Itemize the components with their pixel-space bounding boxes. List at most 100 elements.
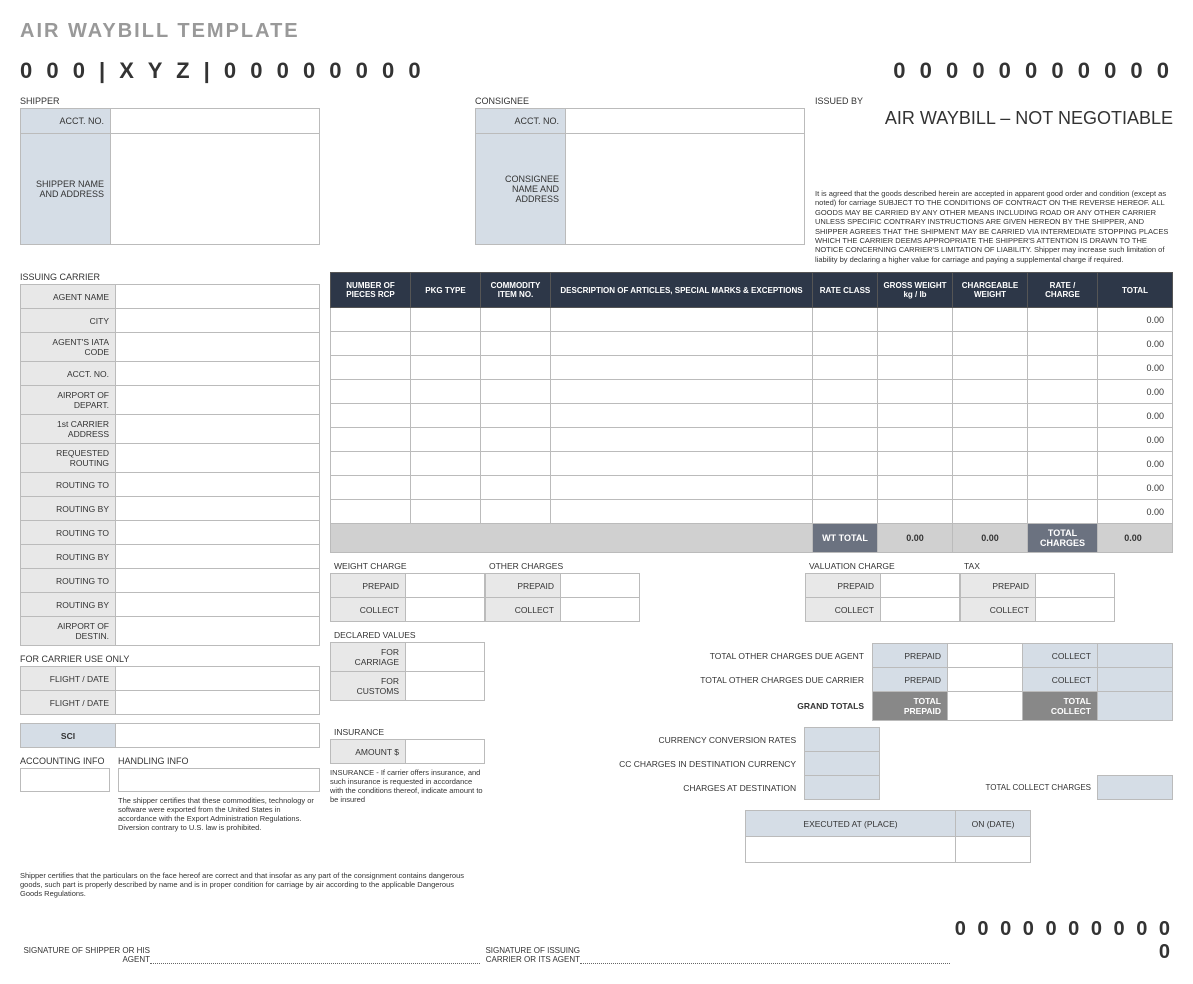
item-cell[interactable] bbox=[953, 332, 1028, 356]
item-cell[interactable] bbox=[1028, 428, 1098, 452]
carrier-field-value[interactable] bbox=[116, 617, 320, 646]
carrier-field-value[interactable] bbox=[116, 362, 320, 386]
item-cell[interactable] bbox=[481, 332, 551, 356]
item-cell[interactable] bbox=[551, 332, 813, 356]
item-cell[interactable] bbox=[1028, 500, 1098, 524]
ccdc-value[interactable] bbox=[805, 752, 880, 776]
for-customs-value[interactable] bbox=[406, 672, 485, 701]
item-cell[interactable] bbox=[551, 308, 813, 332]
item-cell[interactable] bbox=[953, 500, 1028, 524]
carrier-field-value[interactable] bbox=[116, 545, 320, 569]
item-cell[interactable] bbox=[481, 356, 551, 380]
item-cell[interactable] bbox=[953, 380, 1028, 404]
item-cell[interactable] bbox=[411, 452, 481, 476]
item-cell[interactable] bbox=[551, 476, 813, 500]
due-agent-prepaid-val[interactable] bbox=[948, 644, 1023, 668]
item-cell[interactable] bbox=[813, 356, 878, 380]
other-prepaid-value[interactable] bbox=[561, 574, 640, 598]
item-cell[interactable] bbox=[481, 500, 551, 524]
item-cell[interactable] bbox=[411, 500, 481, 524]
shipper-acct-value[interactable] bbox=[111, 109, 319, 133]
carrier-field-value[interactable] bbox=[116, 285, 320, 309]
item-cell[interactable] bbox=[878, 308, 953, 332]
item-cell[interactable] bbox=[1028, 356, 1098, 380]
item-cell[interactable] bbox=[411, 476, 481, 500]
item-cell[interactable] bbox=[878, 452, 953, 476]
acct-info-value[interactable] bbox=[20, 768, 110, 792]
item-cell[interactable] bbox=[878, 404, 953, 428]
item-cell[interactable] bbox=[1028, 476, 1098, 500]
ccr-value[interactable] bbox=[805, 728, 880, 752]
item-cell[interactable] bbox=[813, 332, 878, 356]
item-cell[interactable] bbox=[481, 308, 551, 332]
item-cell[interactable] bbox=[551, 380, 813, 404]
item-cell[interactable] bbox=[411, 308, 481, 332]
carrier-field-value[interactable] bbox=[116, 497, 320, 521]
item-cell[interactable] bbox=[331, 500, 411, 524]
item-cell[interactable] bbox=[1028, 332, 1098, 356]
handling-info-value[interactable] bbox=[118, 768, 320, 792]
item-cell[interactable] bbox=[1028, 308, 1098, 332]
tax-collect-value[interactable] bbox=[1036, 598, 1115, 622]
item-cell[interactable] bbox=[878, 500, 953, 524]
item-cell[interactable] bbox=[953, 356, 1028, 380]
item-cell[interactable] bbox=[813, 452, 878, 476]
item-cell[interactable] bbox=[953, 428, 1028, 452]
flight-date-value[interactable] bbox=[116, 691, 320, 715]
item-cell[interactable] bbox=[331, 380, 411, 404]
sig-carrier-line[interactable] bbox=[580, 950, 950, 964]
tax-prepaid-value[interactable] bbox=[1036, 574, 1115, 598]
consignee-acct-value[interactable] bbox=[566, 109, 804, 133]
consignee-addr-value[interactable] bbox=[566, 134, 804, 244]
item-cell[interactable] bbox=[481, 380, 551, 404]
sig-shipper-line[interactable] bbox=[150, 950, 480, 964]
flight-date-value[interactable] bbox=[116, 667, 320, 691]
for-carriage-value[interactable] bbox=[406, 643, 485, 672]
due-carrier-collect-val[interactable] bbox=[1098, 668, 1173, 692]
item-cell[interactable] bbox=[1028, 380, 1098, 404]
item-cell[interactable] bbox=[953, 308, 1028, 332]
sci-value[interactable] bbox=[116, 724, 320, 748]
carrier-field-value[interactable] bbox=[116, 415, 320, 444]
item-cell[interactable] bbox=[878, 428, 953, 452]
item-cell[interactable] bbox=[953, 452, 1028, 476]
carrier-field-value[interactable] bbox=[116, 333, 320, 362]
weight-prepaid-value[interactable] bbox=[406, 574, 485, 598]
other-collect-value[interactable] bbox=[561, 598, 640, 622]
item-cell[interactable] bbox=[551, 500, 813, 524]
weight-collect-value[interactable] bbox=[406, 598, 485, 622]
shipper-addr-value[interactable] bbox=[111, 134, 319, 244]
carrier-field-value[interactable] bbox=[116, 309, 320, 333]
item-cell[interactable] bbox=[953, 404, 1028, 428]
val-prepaid-value[interactable] bbox=[881, 574, 960, 598]
executed-place-value[interactable] bbox=[746, 837, 956, 863]
cad-value[interactable] bbox=[805, 776, 880, 800]
carrier-field-value[interactable] bbox=[116, 473, 320, 497]
item-cell[interactable] bbox=[331, 476, 411, 500]
item-cell[interactable] bbox=[411, 332, 481, 356]
item-cell[interactable] bbox=[878, 356, 953, 380]
insurance-amount-value[interactable] bbox=[406, 740, 485, 764]
item-cell[interactable] bbox=[878, 332, 953, 356]
carrier-field-value[interactable] bbox=[116, 593, 320, 617]
item-cell[interactable] bbox=[878, 380, 953, 404]
item-cell[interactable] bbox=[878, 476, 953, 500]
item-cell[interactable] bbox=[411, 380, 481, 404]
item-cell[interactable] bbox=[813, 428, 878, 452]
total-prepaid-val[interactable] bbox=[948, 692, 1023, 721]
item-cell[interactable] bbox=[411, 404, 481, 428]
item-cell[interactable] bbox=[331, 428, 411, 452]
item-cell[interactable] bbox=[551, 452, 813, 476]
item-cell[interactable] bbox=[813, 500, 878, 524]
item-cell[interactable] bbox=[331, 356, 411, 380]
item-cell[interactable] bbox=[481, 452, 551, 476]
total-collect-val[interactable] bbox=[1098, 692, 1173, 721]
executed-date-value[interactable] bbox=[956, 837, 1031, 863]
item-cell[interactable] bbox=[481, 428, 551, 452]
val-collect-value[interactable] bbox=[881, 598, 960, 622]
item-cell[interactable] bbox=[813, 404, 878, 428]
item-cell[interactable] bbox=[1028, 452, 1098, 476]
carrier-field-value[interactable] bbox=[116, 521, 320, 545]
due-agent-collect-val[interactable] bbox=[1098, 644, 1173, 668]
item-cell[interactable] bbox=[551, 356, 813, 380]
